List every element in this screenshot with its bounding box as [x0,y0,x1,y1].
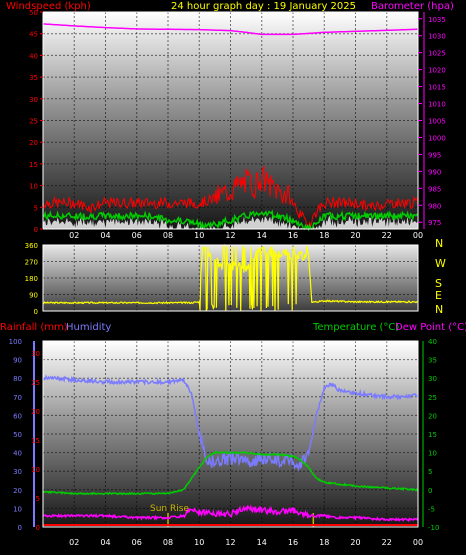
x-tick-label: 06 [132,538,142,547]
barometer-axis-label: Barometer (hpa) [371,1,454,12]
x-tick-label: 16 [288,231,298,240]
compass-label-n-top: N [435,237,443,250]
x-tick-label: 22 [382,231,392,240]
barometer-y-tick-label: 1020 [428,67,446,75]
temperature-y-tick-label: 5 [428,468,432,476]
temperature-y-tick-label: -5 [428,505,435,513]
compass-label-e: E [435,289,442,302]
rainfall-axis-label: Rainfall (mm) [0,322,68,333]
humidity-y-tick-label: 10 [13,505,22,513]
temperature-y-tick-label: 40 [428,338,437,346]
x-tick-label: 20 [350,538,360,547]
x-tick-label: 16 [288,538,298,547]
temperature-y-tick-label: 15 [428,431,437,439]
direction-y-tick-label: 90 [29,292,38,300]
direction-panel-ticks: 0 90 180 270 360 [25,242,38,316]
humidity-y-tick-label: 40 [13,450,22,458]
x-tick-label: 22 [382,538,392,547]
temperature-y-tick-label: 20 [428,412,437,420]
barometer-y-tick-label: 975 [428,219,441,227]
x-tick-label: 02 [69,538,79,547]
barometer-y-tick-label: 980 [428,202,441,210]
wind-y-tick-label: 45 [29,31,38,39]
x-tick-label: 04 [100,231,110,240]
rainfall-y-tick-label: 30 [31,350,40,358]
temperature-y-tick-label: 25 [428,394,437,402]
barometer-y-tick-label: 1035 [428,16,446,24]
wind-y-tick-label: 10 [29,183,38,191]
x-tick-label: 18 [319,231,329,240]
compass-label-n-bottom: N [435,303,443,316]
weather-graph: Windspeed (kph) 24 hour graph day : 19 J… [0,0,466,555]
x-tick-label: 10 [194,538,204,547]
temperature-y-tick-label: 10 [428,450,437,458]
chart-title: 24 hour graph day : 19 January 2025 [171,1,356,12]
wind-y-tick-label: 0 [34,226,38,234]
barometer-y-tick-label: 985 [428,185,441,193]
temperature-axis-label: Temperature (°C) [312,322,399,333]
rainfall-y-tick-label: 20 [31,408,40,416]
barometer-y-tick-label: 1000 [428,134,446,142]
humidity-y-tick-label: 60 [13,412,22,420]
x-tick-label: 10 [194,231,204,240]
x-tick-label: 20 [350,231,360,240]
humidity-y-tick-label: 100 [9,338,22,346]
wind-y-tick-label: 15 [29,161,38,169]
humidity-axis-label: Humidity [66,322,111,333]
wind-y-tick-label: 50 [29,9,38,17]
rainfall-y-tick-label: 0 [36,524,40,532]
x-tick-label: 12 [225,538,235,547]
wind-y-tick-label: 5 [34,204,38,212]
x-tick-label: 08 [163,538,173,547]
humidity-y-tick-label: 0 [18,524,22,532]
x-tick-label: 14 [257,538,267,547]
x-tick-label: 18 [319,538,329,547]
weather-chart-svg: Windspeed (kph) 24 hour graph day : 19 J… [0,1,466,547]
barometer-y-tick-label: 995 [428,151,441,159]
x-tick-label: 06 [132,231,142,240]
temperature-y-tick-label: -10 [428,524,439,532]
barometer-y-tick-label: 1015 [428,84,446,92]
temperature-y-tick-label: 0 [428,487,432,495]
direction-y-tick-label: 0 [34,308,38,316]
wind-y-tick-label: 25 [29,118,38,126]
rainfall-y-tick-label: 5 [36,495,40,503]
barometer-y-tick-label: 1010 [428,101,446,109]
humidity-y-tick-label: 30 [13,468,22,476]
wind-y-tick-label: 35 [29,74,38,82]
x-tick-label: 12 [225,231,235,240]
direction-y-tick-label: 360 [25,242,38,250]
x-tick-label: 00 [413,538,423,547]
humidity-y-tick-label: 70 [13,394,22,402]
temperature-y-tick-label: 35 [428,357,437,365]
barometer-y-tick-label: 1025 [428,50,446,58]
rainfall-y-tick-label: 15 [31,437,40,445]
temperature-y-tick-label: 30 [428,375,437,383]
direction-y-tick-label: 270 [25,259,38,267]
wind-y-tick-label: 20 [29,139,38,147]
wind-y-tick-label: 40 [29,52,38,60]
barometer-y-tick-label: 1030 [428,33,446,41]
barometer-y-tick-label: 990 [428,168,441,176]
sunrise-label: Sun Rise [150,504,189,514]
x-tick-label: 00 [413,231,423,240]
x-tick-label: 04 [100,538,110,547]
humidity-y-tick-label: 80 [13,375,22,383]
wind-y-tick-label: 30 [29,96,38,104]
x-tick-label: 02 [69,231,79,240]
humidity-y-tick-label: 20 [13,487,22,495]
compass-labels: N W S E N [435,237,446,316]
x-tick-label: 14 [257,231,267,240]
dewpoint-axis-label: Dew Point (°C) [395,322,466,333]
humidity-y-tick-label: 50 [13,431,22,439]
direction-y-tick-label: 180 [25,275,38,283]
rainfall-y-tick-label: 10 [31,466,40,474]
x-tick-label: 08 [163,231,173,240]
wind-axis-label: Windspeed (kph) [6,1,91,12]
barometer-y-tick-label: 1005 [428,118,446,126]
humidity-y-tick-label: 90 [13,357,22,365]
compass-label-w: W [435,257,446,270]
rainfall-y-tick-label: 25 [31,379,40,387]
